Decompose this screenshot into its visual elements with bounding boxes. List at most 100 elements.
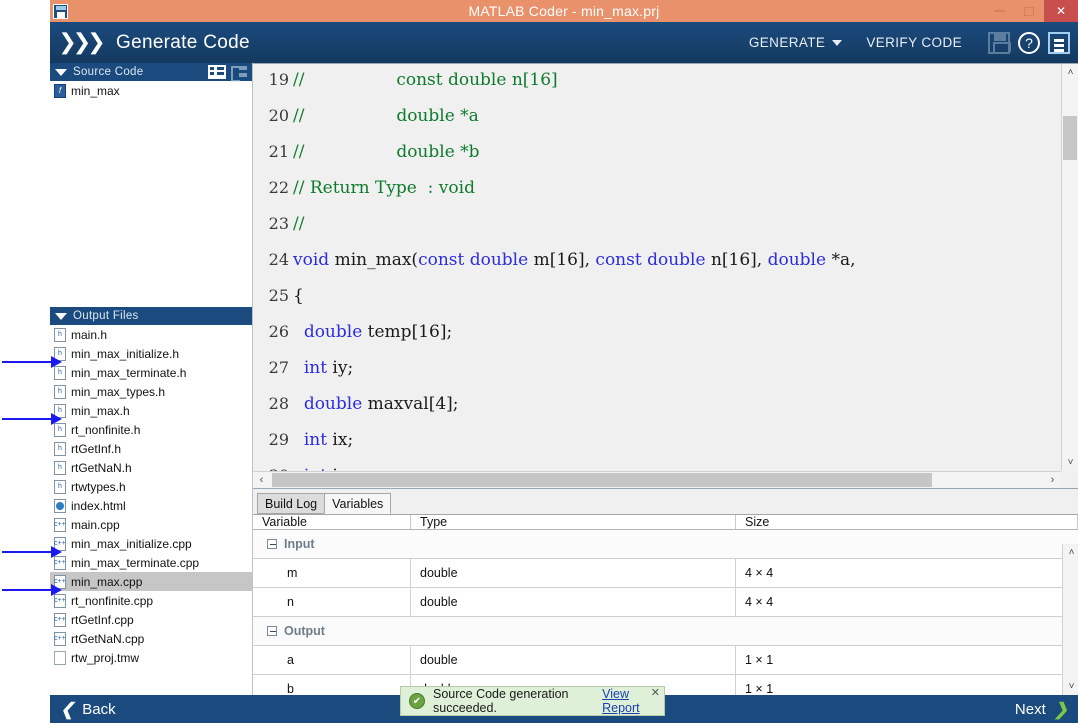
list-item[interactable]: h min_max_initialize.h — [50, 344, 252, 363]
table-row[interactable]: a double 1 × 1 — [253, 646, 1078, 675]
line-number: 22 — [268, 178, 289, 197]
list-item-label: rtGetInf.cpp — [71, 612, 134, 627]
code-line[interactable]: 25{ — [253, 286, 1061, 322]
code-text: int iy; — [303, 358, 354, 378]
list-item[interactable]: c++ rtGetNaN.cpp — [50, 629, 252, 648]
code-line[interactable]: 20// double *a — [253, 106, 1061, 142]
list-item-label: min_max — [71, 83, 120, 98]
editor-vertical-scrollbar[interactable]: ˄ ˅ — [1061, 64, 1078, 471]
list-item[interactable]: f min_max — [50, 81, 252, 100]
group-label-cell: Input — [253, 537, 315, 551]
scrollbar-thumb[interactable] — [1063, 116, 1077, 160]
cell-size: 1 × 1 — [745, 653, 774, 667]
table-group-row[interactable]: Input — [253, 530, 1078, 559]
code-text: // const double n[16] — [293, 70, 558, 90]
line-number: 21 — [268, 142, 289, 161]
code-line[interactable]: 22// Return Type : void — [253, 178, 1061, 214]
close-button[interactable]: ✕ — [1044, 0, 1078, 22]
collapse-expander-icon[interactable] — [267, 539, 277, 549]
next-button[interactable]: Next ❯ — [1015, 701, 1068, 718]
line-number: 26 — [268, 322, 289, 341]
table-row[interactable]: m double 4 × 4 — [253, 559, 1078, 588]
table-header-row: Variable Type Size — [253, 515, 1078, 530]
code-text: // Return Type : void — [293, 178, 475, 198]
group-label-cell: Output — [253, 624, 325, 638]
editor-horizontal-scrollbar[interactable]: ‹ › — [253, 471, 1061, 488]
table-group-row[interactable]: Output — [253, 617, 1078, 646]
collapse-triangle-icon[interactable] — [55, 68, 67, 76]
source-code-section-header[interactable]: Source Code — [50, 63, 252, 82]
help-icon[interactable]: ? — [1018, 31, 1040, 54]
list-item[interactable]: c++ min_max_terminate.cpp — [50, 553, 252, 572]
main-body: Source Code f min_max Output Files h main… — [50, 63, 1078, 695]
tab-build-log[interactable]: Build Log — [257, 493, 326, 514]
scroll-down-icon[interactable]: ˅ — [1063, 678, 1078, 695]
list-item[interactable]: c++ rt_nonfinite.cpp — [50, 591, 252, 610]
code-text: // — [293, 214, 305, 234]
tree-view-icon[interactable] — [230, 65, 248, 82]
cell-type: double — [411, 646, 736, 674]
menu-icon[interactable] — [1048, 31, 1070, 54]
code-line[interactable]: 23// — [253, 214, 1061, 250]
list-item[interactable]: h rtGetInf.h — [50, 439, 252, 458]
list-item[interactable]: c++ main.cpp — [50, 515, 252, 534]
list-item-label: rt_nonfinite.h — [71, 422, 141, 437]
header-file-icon: h — [54, 384, 66, 399]
html-file-icon — [54, 498, 66, 513]
output-files-section-label: Output Files — [73, 310, 139, 322]
code-line[interactable]: 21// double *b — [253, 142, 1061, 178]
scroll-up-icon[interactable]: ˄ — [1062, 64, 1078, 81]
scroll-left-icon[interactable]: ‹ — [253, 472, 270, 489]
code-line[interactable]: 26 double temp[16]; — [253, 322, 1061, 358]
list-item[interactable]: h rt_nonfinite.h — [50, 420, 252, 439]
verify-code-button[interactable]: VERIFY CODE — [854, 35, 974, 50]
list-item[interactable]: c++ min_max_initialize.cpp — [50, 534, 252, 553]
code-line[interactable]: 19// const double n[16] — [253, 70, 1061, 106]
scrollbar-thumb[interactable] — [272, 473, 932, 487]
scroll-down-icon[interactable]: ˅ — [1062, 454, 1078, 471]
chevron-right-icon: ❯ — [1053, 699, 1068, 719]
matlab-coder-icon — [53, 3, 68, 19]
collapse-expander-icon[interactable] — [267, 626, 277, 636]
collapse-triangle-icon[interactable] — [55, 312, 67, 320]
annotation-arrow-icon — [2, 584, 62, 596]
list-item[interactable]: h rtwtypes.h — [50, 477, 252, 496]
list-item-label: rtwtypes.h — [71, 479, 126, 494]
list-item[interactable]: h min_max.h — [50, 401, 252, 420]
table-vertical-scrollbar[interactable]: ˄ ˅ — [1062, 544, 1078, 695]
list-item[interactable]: h rtGetNaN.h — [50, 458, 252, 477]
generate-button[interactable]: GENERATE — [737, 35, 854, 50]
view-report-link[interactable]: View Report — [602, 687, 656, 715]
chevron-left-icon: ❮ — [60, 699, 75, 719]
list-item[interactable]: h min_max_terminate.h — [50, 363, 252, 382]
variables-panel: Build Log Variables Variable Type Size In… — [253, 488, 1078, 695]
minimize-button[interactable] — [984, 0, 1014, 22]
page-title: Generate Code — [116, 31, 250, 53]
code-line[interactable]: 28 double maxval[4]; — [253, 394, 1061, 430]
code-line[interactable]: 24 void min_max(const double m[16], const… — [253, 250, 1061, 286]
tab-variables[interactable]: Variables — [324, 493, 392, 514]
list-item[interactable]: index.html — [50, 496, 252, 515]
list-item[interactable]: c++ min_max.cpp — [50, 572, 252, 591]
scroll-up-icon[interactable]: ˄ — [1063, 544, 1078, 561]
maximize-button[interactable] — [1014, 0, 1044, 22]
table-row[interactable]: bdouble1 × 1 — [253, 675, 1078, 695]
line-number: 29 — [268, 430, 289, 449]
list-item[interactable]: c++ rtGetInf.cpp — [50, 610, 252, 629]
header-file-icon: h — [54, 441, 66, 456]
save-icon[interactable] — [988, 31, 1011, 54]
back-button[interactable]: ❮ Back — [60, 701, 116, 718]
code-line[interactable]: 29 int ix; — [253, 430, 1061, 466]
ribbon-toolbar: ❯❯❯ Generate Code GENERATE VERIFY CODE ? — [50, 22, 1078, 63]
output-files-section-header[interactable]: Output Files — [50, 307, 252, 325]
code-line[interactable]: 27 int iy; — [253, 358, 1061, 394]
title-bar: MATLAB Coder - min_max.prj ✕ — [50, 0, 1078, 22]
list-item[interactable]: h main.h — [50, 325, 252, 344]
list-view-icon[interactable] — [208, 65, 226, 79]
list-item[interactable]: h min_max_types.h — [50, 382, 252, 401]
close-icon[interactable]: ✕ — [651, 688, 660, 699]
list-item[interactable]: rtw_proj.tmw — [50, 648, 252, 667]
scroll-right-icon[interactable]: › — [1044, 472, 1061, 489]
table-row[interactable]: n double 4 × 4 — [253, 588, 1078, 617]
cpp-file-icon: c++ — [54, 631, 66, 646]
